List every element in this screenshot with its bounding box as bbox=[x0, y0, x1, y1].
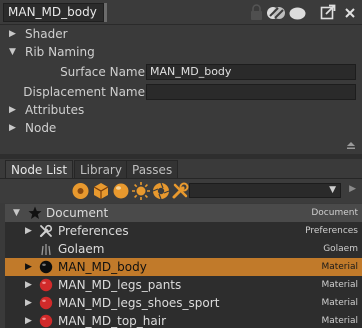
collapse-panel-icon[interactable] bbox=[346, 140, 356, 150]
all-nodes-icon[interactable] bbox=[71, 182, 90, 200]
material-sphere-icon[interactable] bbox=[112, 182, 130, 200]
collapsed-triangle-icon[interactable]: ▶ bbox=[25, 294, 32, 312]
node-filter-dropdown[interactable]: ▼ bbox=[189, 183, 341, 198]
lock-icon[interactable] bbox=[250, 4, 263, 21]
surface-name-label: Surface Name bbox=[60, 65, 145, 79]
tools-icon[interactable] bbox=[171, 182, 189, 200]
toggle-pill-icon[interactable] bbox=[289, 4, 306, 21]
panel-splitter[interactable] bbox=[0, 154, 362, 159]
tree-item-type: Golaem bbox=[323, 244, 358, 254]
collapsed-triangle-icon[interactable]: ▶ bbox=[9, 119, 16, 138]
section-node[interactable]: ▶ Node bbox=[0, 119, 362, 138]
close-icon[interactable] bbox=[343, 4, 357, 21]
tree-item-name: MAN_MD_legs_pants bbox=[58, 278, 182, 292]
node-header: MAN_MD_body bbox=[0, 0, 362, 25]
tree-item-name: MAN_MD_legs_shoes_sport bbox=[58, 296, 220, 310]
tree-item-name: Golaem bbox=[58, 242, 105, 256]
red-material-icon bbox=[39, 278, 53, 292]
expanded-triangle-icon[interactable]: ▼ bbox=[9, 43, 16, 62]
collapsed-triangle-icon[interactable]: ▶ bbox=[25, 312, 32, 328]
tree-row[interactable]: ▶ Preferences Preferences bbox=[5, 222, 362, 240]
tree-item-name: Preferences bbox=[58, 224, 129, 238]
panel-tabs: Node List Library Passes bbox=[0, 160, 362, 179]
tree-item-name: MAN_MD_top_hair bbox=[58, 314, 167, 328]
tree-item-type: Material bbox=[321, 298, 358, 308]
collapsed-triangle-icon[interactable]: ▶ bbox=[25, 276, 32, 294]
tab-library[interactable]: Library bbox=[74, 160, 128, 179]
displacement-name-label: Displacement Name bbox=[23, 85, 145, 99]
tree-item-type: Material bbox=[321, 262, 358, 272]
tree-item-name: Document bbox=[46, 206, 109, 220]
tree-row[interactable]: Golaem Golaem bbox=[5, 240, 362, 258]
section-rib-naming-label: Rib Naming bbox=[25, 45, 95, 59]
tree-row-selected[interactable]: ▶ MAN_MD_body Material bbox=[5, 258, 362, 276]
red-material-icon bbox=[39, 296, 53, 310]
red-material-icon bbox=[39, 314, 53, 328]
section-attributes[interactable]: ▶ Attributes bbox=[0, 101, 362, 120]
tree-row[interactable]: ▶ MAN_MD_top_hair Material bbox=[5, 312, 362, 328]
wrench-icon bbox=[39, 224, 53, 238]
scroll-right-icon[interactable]: ▶ bbox=[349, 184, 356, 194]
title-separator bbox=[104, 3, 107, 22]
collapsed-triangle-icon[interactable]: ▶ bbox=[25, 222, 32, 240]
tree-row[interactable]: ▶ MAN_MD_legs_pants Material bbox=[5, 276, 362, 294]
open-external-icon[interactable] bbox=[320, 4, 336, 21]
surface-name-field[interactable]: MAN_MD_body bbox=[146, 64, 356, 80]
expanded-triangle-icon[interactable]: ▼ bbox=[13, 204, 20, 222]
collapsed-triangle-icon[interactable]: ▶ bbox=[9, 25, 16, 44]
tree-item-name: MAN_MD_body bbox=[58, 260, 147, 274]
tree-item-type: Preferences bbox=[305, 226, 358, 236]
chevron-down-icon: ▼ bbox=[329, 185, 336, 195]
geometry-cube-icon[interactable] bbox=[92, 182, 110, 200]
golaem-icon bbox=[41, 244, 51, 256]
tree-row[interactable]: ▼ Document Document bbox=[5, 204, 362, 222]
node-tree: ▼ Document Document ▶ Preferences Prefer… bbox=[5, 204, 362, 328]
node-toolbar: ▼ ▶ bbox=[0, 179, 362, 203]
tree-item-type: Material bbox=[321, 280, 358, 290]
displacement-name-field[interactable] bbox=[146, 84, 356, 100]
section-node-label: Node bbox=[25, 121, 57, 135]
tab-passes[interactable]: Passes bbox=[126, 160, 179, 179]
tree-row[interactable]: ▶ MAN_MD_legs_shoes_sport Material bbox=[5, 294, 362, 312]
section-shader[interactable]: ▶ Shader bbox=[0, 25, 362, 44]
collapsed-triangle-icon[interactable]: ▶ bbox=[9, 101, 16, 120]
link-icon[interactable] bbox=[266, 4, 286, 21]
section-attributes-label: Attributes bbox=[25, 103, 85, 117]
tab-node-list[interactable]: Node List bbox=[5, 160, 74, 179]
collapsed-triangle-icon[interactable]: ▶ bbox=[25, 258, 32, 276]
section-rib-naming[interactable]: ▼ Rib Naming bbox=[0, 43, 362, 62]
star-icon bbox=[28, 206, 42, 219]
node-name-field[interactable]: MAN_MD_body bbox=[3, 3, 104, 22]
tree-item-type: Document bbox=[311, 208, 358, 218]
light-sun-icon[interactable] bbox=[131, 181, 151, 201]
section-shader-label: Shader bbox=[25, 27, 68, 41]
camera-aperture-icon[interactable] bbox=[152, 182, 170, 200]
black-material-icon bbox=[39, 260, 53, 274]
tree-item-type: Material bbox=[321, 316, 358, 326]
